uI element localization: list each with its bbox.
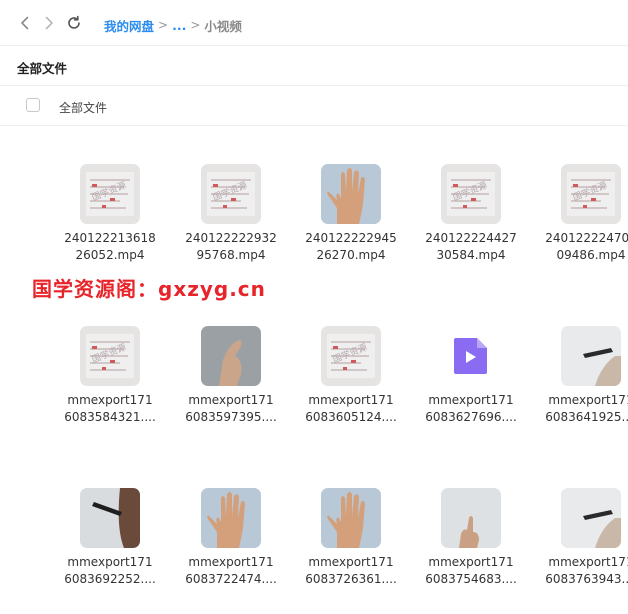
chevron-right-icon[interactable]: [40, 14, 58, 32]
file-name-line: 26052.mp4: [75, 248, 145, 262]
file-name-line: 6083726361....: [305, 572, 397, 586]
file-thumbnail[interactable]: [321, 164, 381, 224]
file-name-line: mmexport171: [428, 393, 514, 407]
file-name-line: 26270.mp4: [316, 248, 386, 262]
file-name: mmexport171 6083605124....: [296, 392, 406, 426]
file-name-line: 6083597395....: [185, 410, 277, 424]
breadcrumb-separator: >: [190, 18, 201, 32]
file-thumbnail[interactable]: [561, 326, 621, 386]
file-thumbnail[interactable]: 国学资源: [561, 164, 621, 224]
file-item[interactable]: 国学资源 mmexport171 6083605124....: [296, 326, 406, 456]
file-thumbnail[interactable]: 国学资源: [80, 326, 140, 386]
file-name: mmexport171 6083754683....: [416, 554, 526, 588]
file-name: 240122224703 09486.mp4: [536, 230, 628, 264]
file-name: mmexport171 6083627696....: [416, 392, 526, 426]
chevron-left-icon[interactable]: [16, 14, 34, 32]
file-thumbnail[interactable]: 国学资源: [441, 164, 501, 224]
file-name-line: 6083692252....: [64, 572, 156, 586]
file-name: mmexport171 6083692252....: [55, 554, 165, 588]
file-item[interactable]: mmexport171 6083641925....: [536, 326, 628, 456]
file-thumbnail[interactable]: [201, 326, 261, 386]
file-name-line: 09486.mp4: [556, 248, 626, 262]
section-title: 全部文件: [17, 61, 68, 76]
file-thumbnail[interactable]: [201, 488, 261, 548]
file-name-line: 6083641925....: [545, 410, 628, 424]
file-thumbnail[interactable]: 国学资源: [321, 326, 381, 386]
file-name-line: 240122224427: [425, 231, 517, 245]
breadcrumb-separator: >: [158, 18, 169, 32]
file-item[interactable]: 国学资源 mmexport171 6083584321....: [55, 326, 165, 456]
file-name-line: mmexport171: [548, 393, 628, 407]
file-name-line: mmexport171: [428, 555, 514, 569]
file-name-line: 6083763943....: [545, 572, 628, 586]
file-item[interactable]: 国学资源 240122224703 09486.mp4: [536, 164, 628, 294]
file-name-line: 6083722474....: [185, 572, 277, 586]
file-item[interactable]: mmexport171 6083692252....: [55, 488, 165, 614]
refresh-icon[interactable]: [65, 14, 83, 32]
file-name: 240122222945 26270.mp4: [296, 230, 406, 264]
breadcrumb: 我的网盘 > ... > 小视频: [104, 15, 242, 35]
file-name: mmexport171 6083726361....: [296, 554, 406, 588]
file-item[interactable]: 240122222945 26270.mp4: [296, 164, 406, 294]
file-name: 240122213618 26052.mp4: [55, 230, 165, 264]
file-thumbnail[interactable]: 国学资源: [80, 164, 140, 224]
file-name-line: 240122222932: [185, 231, 277, 245]
select-all-checkbox[interactable]: [26, 98, 40, 112]
file-grid: 国学资源 240122213618 26052.mp4 国学资源 24012222293…: [0, 126, 628, 614]
file-name-line: mmexport171: [67, 393, 153, 407]
file-name-line: 240122213618: [64, 231, 156, 245]
file-thumbnail[interactable]: [561, 488, 621, 548]
file-name-line: mmexport171: [308, 393, 394, 407]
file-item[interactable]: mmexport171 6083627696....: [416, 326, 526, 456]
file-name-line: 6083605124....: [305, 410, 397, 424]
file-name-line: 30584.mp4: [436, 248, 506, 262]
file-name: mmexport171 6083763943....: [536, 554, 628, 588]
file-name-line: 6083627696....: [425, 410, 517, 424]
file-name-line: 240122224703: [545, 231, 628, 245]
file-item[interactable]: mmexport171 6083754683....: [416, 488, 526, 614]
file-name-line: mmexport171: [548, 555, 628, 569]
file-name-line: 6083754683....: [425, 572, 517, 586]
file-item[interactable]: mmexport171 6083726361....: [296, 488, 406, 614]
file-name: 240122224427 30584.mp4: [416, 230, 526, 264]
file-thumbnail[interactable]: 国学资源: [201, 164, 261, 224]
file-item[interactable]: mmexport171 6083597395....: [176, 326, 286, 456]
file-name-line: 240122222945: [305, 231, 397, 245]
file-name-line: mmexport171: [188, 555, 274, 569]
navigation-bar: 我的网盘 > ... > 小视频: [0, 0, 628, 46]
breadcrumb-current: 小视频: [204, 18, 242, 34]
file-item[interactable]: mmexport171 6083722474....: [176, 488, 286, 614]
file-item[interactable]: 国学资源 240122224427 30584.mp4: [416, 164, 526, 294]
file-name: 240122222932 95768.mp4: [176, 230, 286, 264]
file-name-line: mmexport171: [188, 393, 274, 407]
file-name: mmexport171 6083722474....: [176, 554, 286, 588]
file-name: mmexport171 6083597395....: [176, 392, 286, 426]
file-thumbnail[interactable]: [441, 488, 501, 548]
file-name-line: 95768.mp4: [196, 248, 266, 262]
file-name: mmexport171 6083584321....: [55, 392, 165, 426]
file-thumbnail[interactable]: [80, 488, 140, 548]
file-name-line: mmexport171: [67, 555, 153, 569]
breadcrumb-root[interactable]: 我的网盘: [104, 16, 154, 35]
file-item[interactable]: mmexport171 6083763943....: [536, 488, 628, 614]
watermark-text: 国学资源阁：gxzyg.cn: [32, 277, 266, 301]
breadcrumb-ellipsis[interactable]: ...: [172, 18, 186, 33]
file-name-line: mmexport171: [308, 555, 394, 569]
select-all-label: 全部文件: [59, 101, 108, 115]
list-header: 全部文件: [0, 86, 628, 126]
file-thumbnail[interactable]: [441, 326, 501, 386]
file-name: mmexport171 6083641925....: [536, 392, 628, 426]
file-name-line: 6083584321....: [64, 410, 156, 424]
toolbar: 全部文件: [0, 46, 628, 86]
file-thumbnail[interactable]: [321, 488, 381, 548]
